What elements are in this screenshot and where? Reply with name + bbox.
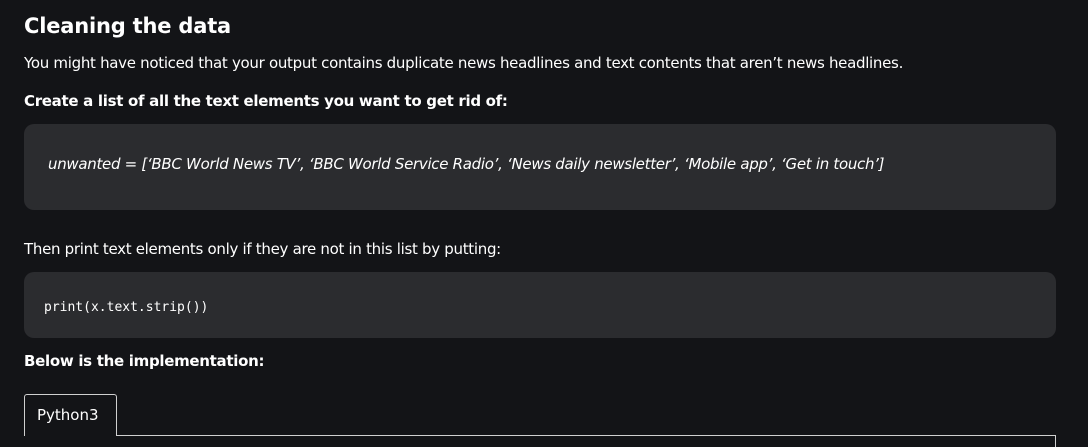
intro-paragraph: You might have noticed that your output …	[24, 54, 904, 72]
code-panel-border	[1055, 435, 1056, 447]
step-print-instruction: Then print text elements only if they ar…	[24, 240, 501, 258]
tab-bar-border	[117, 435, 1056, 436]
step-create-list: Create a list of all the text elements y…	[24, 92, 508, 110]
code-block: print(x.text.strip())	[24, 272, 1056, 338]
unwanted-list-block: unwanted = [‘BBC World News TV’, ‘BBC Wo…	[24, 124, 1056, 210]
unwanted-list-text: unwanted = [‘BBC World News TV’, ‘BBC Wo…	[48, 155, 885, 173]
section-heading: Cleaning the data	[24, 14, 232, 38]
implementation-label: Below is the implementation:	[24, 352, 265, 370]
tab-python3[interactable]: Python3	[24, 394, 117, 436]
code-snippet: print(x.text.strip())	[44, 300, 209, 315]
